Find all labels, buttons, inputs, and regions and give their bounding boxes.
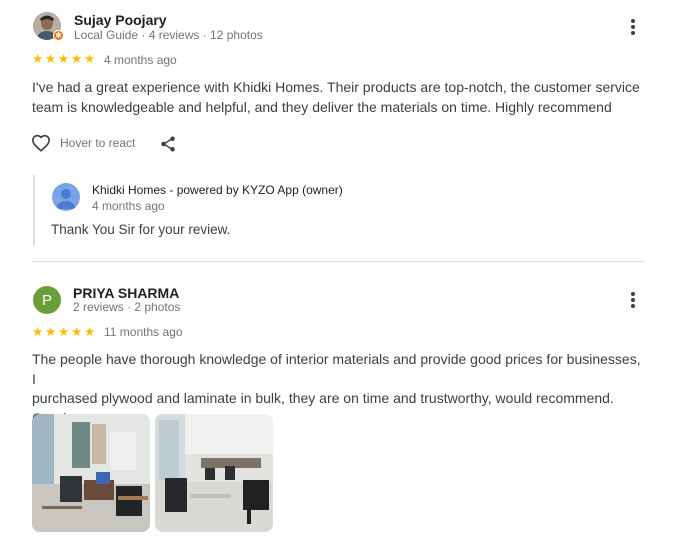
star-rating: ★ ★ ★ ★ ★ xyxy=(32,325,97,339)
author-avatar[interactable]: P xyxy=(33,286,61,314)
react-button[interactable]: Hover to react xyxy=(31,134,135,152)
owner-avatar-icon xyxy=(52,183,80,211)
owner-name: Khidki Homes - powered by KYZO App (owne… xyxy=(92,183,343,197)
star-icon: ★ xyxy=(58,52,70,66)
review-text-line: The people have thorough knowledge of in… xyxy=(32,351,641,387)
star-icon: ★ xyxy=(58,325,70,339)
heart-outline-icon[interactable] xyxy=(31,134,51,152)
owner-reply-date: 4 months ago xyxy=(92,199,165,213)
review-photo[interactable] xyxy=(155,414,273,532)
react-label: Hover to react xyxy=(60,136,136,150)
author-name[interactable]: Sujay Poojary xyxy=(74,12,167,28)
review-photo[interactable] xyxy=(32,414,150,532)
review-text: I've had a great experience with Khidki … xyxy=(32,79,640,115)
star-icon: ★ xyxy=(84,325,96,339)
star-rating: ★ ★ ★ ★ ★ xyxy=(32,52,97,66)
more-vert-icon[interactable] xyxy=(627,290,639,310)
share-icon[interactable] xyxy=(159,135,177,153)
star-icon: ★ xyxy=(45,52,57,66)
star-icon: ★ xyxy=(71,325,83,339)
author-meta: Local Guide · 4 reviews · 12 photos xyxy=(74,28,263,42)
owner-reply-text: Thank You Sir for your review. xyxy=(51,222,231,237)
review-divider xyxy=(32,261,644,262)
review-date: 11 months ago xyxy=(104,325,183,339)
more-vert-icon[interactable] xyxy=(627,17,639,37)
author-meta: 2 reviews · 2 photos xyxy=(73,300,181,314)
star-icon: ★ xyxy=(45,325,57,339)
star-icon: ★ xyxy=(84,52,96,66)
star-icon: ★ xyxy=(32,325,44,339)
owner-reply: Khidki Homes - powered by KYZO App (owne… xyxy=(33,175,643,245)
star-icon: ★ xyxy=(71,52,83,66)
author-name[interactable]: PRIYA SHARMA xyxy=(73,285,179,301)
star-icon: ★ xyxy=(32,52,44,66)
local-guide-badge-icon: ✱ xyxy=(53,30,64,41)
review-card: ✱ Sujay Poojary Local Guide · 4 reviews … xyxy=(0,0,673,262)
review-date: 4 months ago xyxy=(104,53,177,67)
